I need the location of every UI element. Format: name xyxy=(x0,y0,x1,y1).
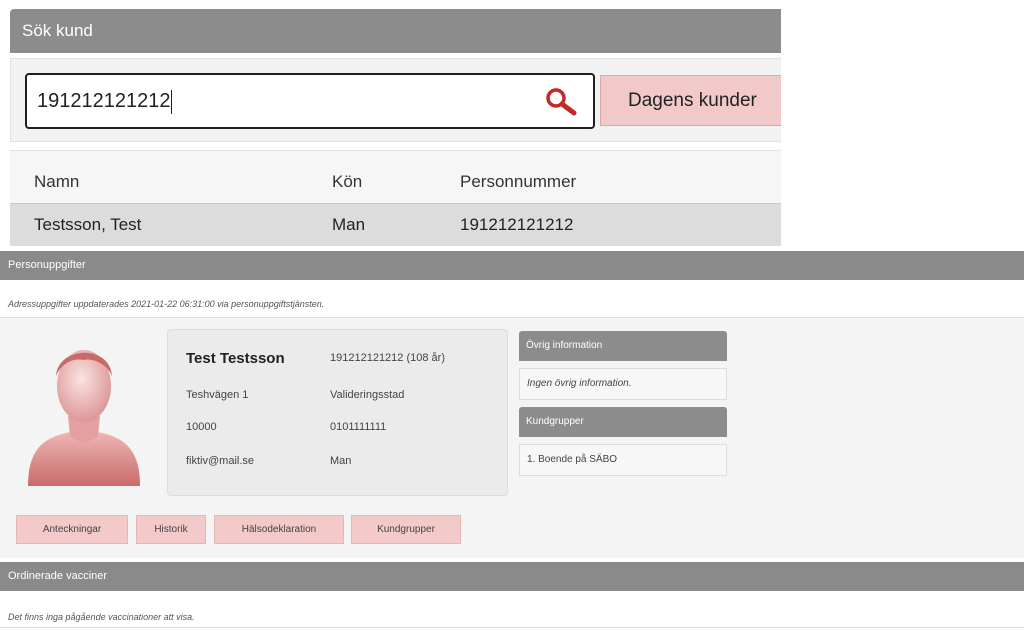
tab-history[interactable]: Historik xyxy=(136,515,206,544)
results-table: Namn Kön Personnummer Testsson, Test Man… xyxy=(10,150,781,246)
person-name: Test Testsson xyxy=(186,350,285,367)
customer-groups-item: 1. Boende på SÄBO xyxy=(519,444,727,476)
text-caret xyxy=(171,89,173,114)
vaccines-empty-note: Det finns inga pågående vaccinationer at… xyxy=(0,594,1024,628)
personal-details-title: Personuppgifter xyxy=(8,259,86,271)
person-street: Teshvägen 1 xyxy=(186,389,249,401)
other-info-title: Övrig information xyxy=(526,340,603,351)
person-info-card: Test Testsson 191212121212 (108 år) Tesh… xyxy=(167,329,508,496)
tab-notes[interactable]: Anteckningar xyxy=(16,515,128,544)
person-phone: 0101111111 xyxy=(330,421,387,433)
vaccines-title: Ordinerade vacciner xyxy=(8,570,108,582)
person-gender: Man xyxy=(330,455,352,467)
personal-details-header: Personuppgifter xyxy=(0,251,1024,280)
address-update-note: Adressuppgifter uppdaterades 2021-01-22 … xyxy=(0,280,1024,318)
vaccines-header: Ordinerade vacciner xyxy=(0,562,1024,591)
customer-groups-title: Kundgrupper xyxy=(526,416,584,427)
person-city: Valideringsstad xyxy=(330,389,405,401)
tab-health-declaration[interactable]: Hälsodeklaration xyxy=(214,515,344,544)
results-table-header: Namn Kön Personnummer xyxy=(10,151,781,203)
todays-customers-button[interactable]: Dagens kunder xyxy=(600,75,781,126)
other-info-text: Ingen övrig information. xyxy=(519,368,727,400)
tab-customer-groups[interactable]: Kundgrupper xyxy=(351,515,461,544)
search-input[interactable]: 191212121212 xyxy=(25,73,595,129)
table-row[interactable]: Testsson, Test Man 191212121212 xyxy=(10,203,781,246)
search-panel-title: Sök kund xyxy=(22,21,93,40)
person-avatar-icon xyxy=(28,350,140,486)
cell-gender: Man xyxy=(332,215,366,234)
search-input-value: 191212121212 xyxy=(37,90,171,112)
search-icon[interactable] xyxy=(543,86,579,116)
person-postcode: 10000 xyxy=(186,421,217,433)
search-panel-header: Sök kund xyxy=(10,9,781,53)
other-info-header: Övrig information xyxy=(519,331,727,361)
person-email: fiktiv@mail.se xyxy=(186,455,255,467)
person-personnummer: 191212121212 (108 år) xyxy=(330,352,445,364)
cell-personnummer: 191212121212 xyxy=(460,215,574,234)
cell-name: Testsson, Test xyxy=(34,215,142,234)
customer-groups-header: Kundgrupper xyxy=(519,407,727,437)
